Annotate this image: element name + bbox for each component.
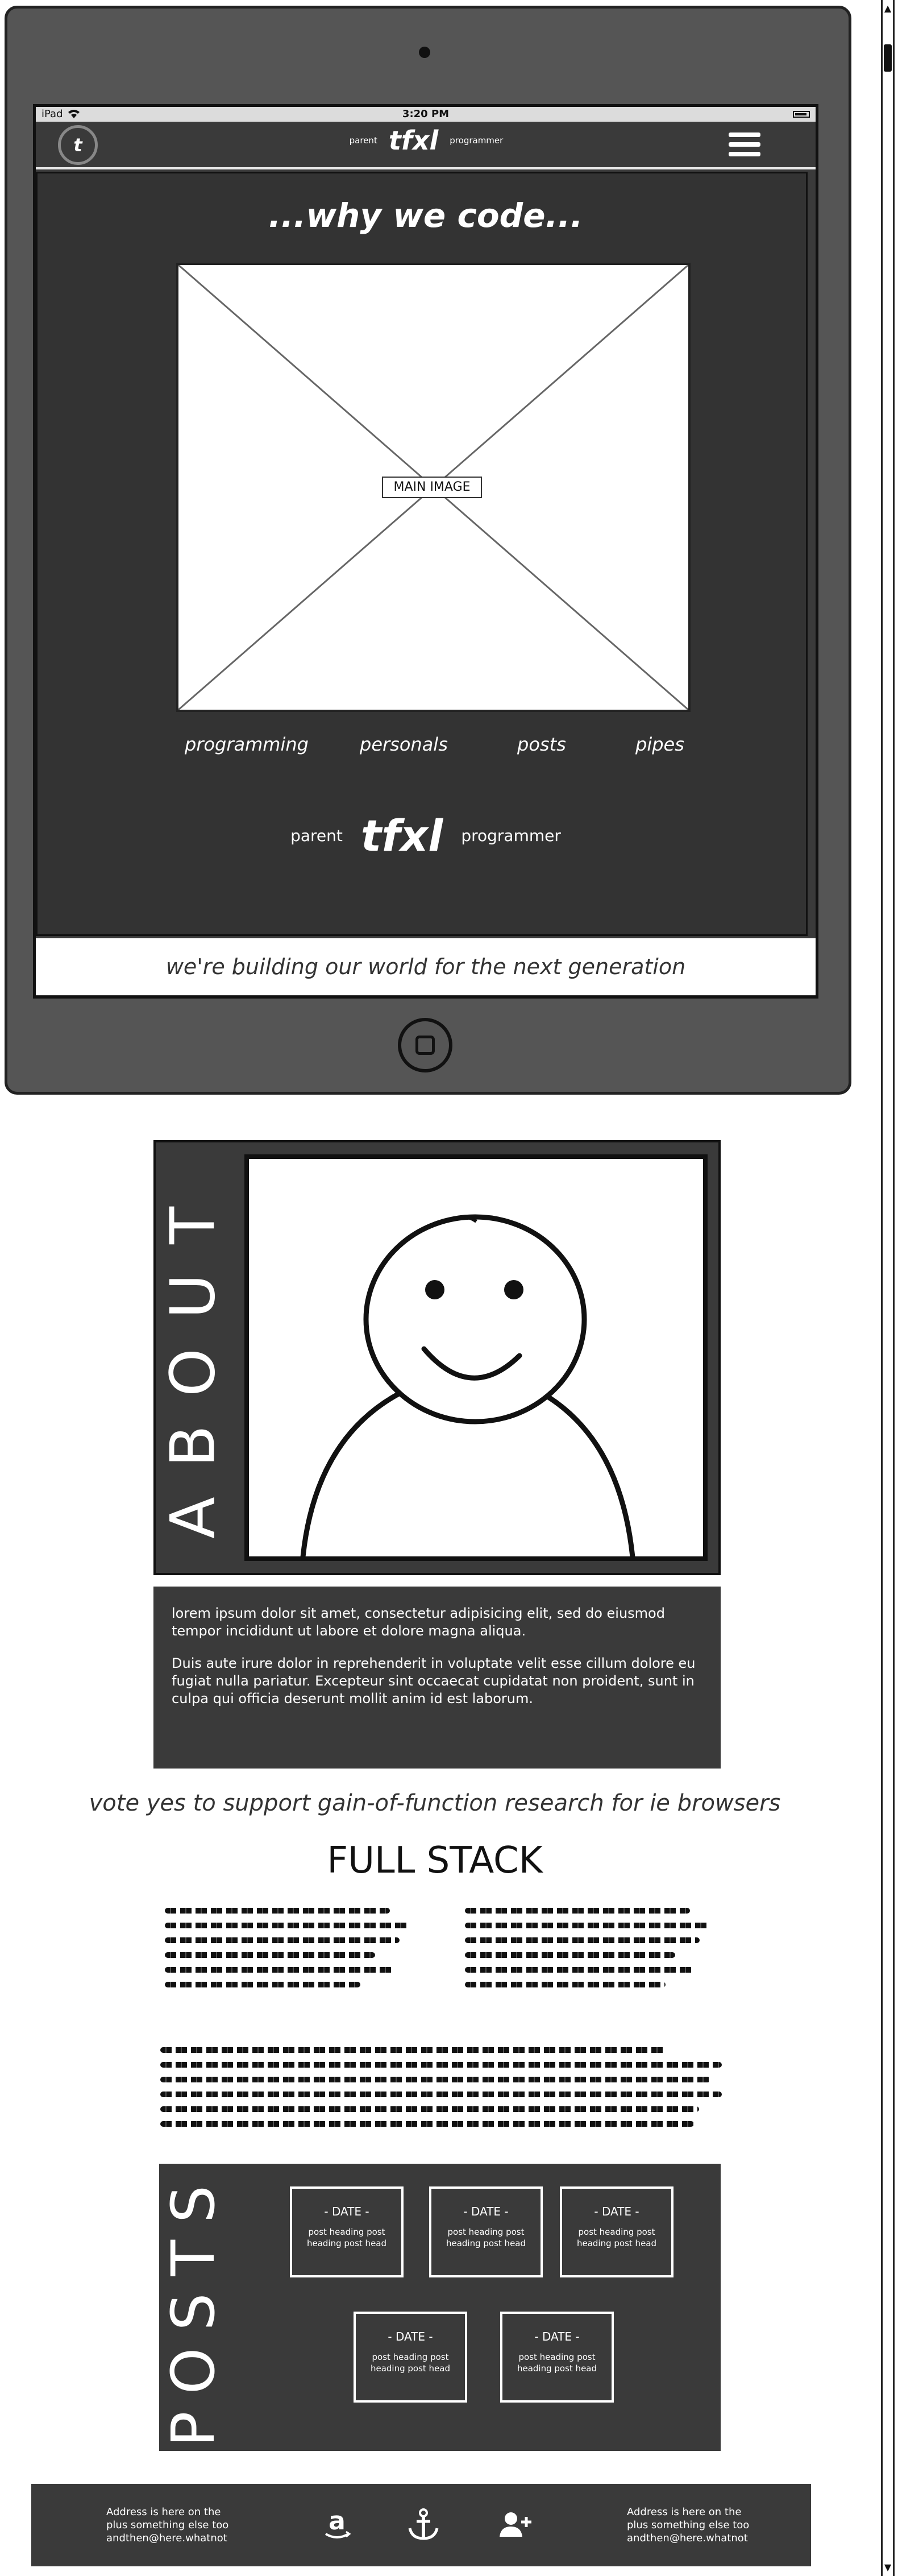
hero-brand-main: tfxl xyxy=(360,810,443,861)
nav-brand-left: parent xyxy=(349,135,377,146)
logo-button[interactable]: t xyxy=(58,125,98,165)
clock: 3:20 PM xyxy=(402,108,450,120)
footer-address-line: plus something else too xyxy=(106,2519,229,2531)
footer-address-line: Address is here on the xyxy=(627,2506,742,2518)
status-bar: iPad 3:20 PM xyxy=(36,107,816,122)
footer-address-left: Address is here on the plus something el… xyxy=(106,2505,254,2545)
post-date: - DATE - xyxy=(534,2330,580,2343)
hero-link-personals[interactable]: personals xyxy=(360,734,448,755)
footer-address-line: Address is here on the xyxy=(106,2506,221,2518)
footer-address-line: andthen@here.whatnot xyxy=(106,2532,227,2544)
nav-brand-main: tfxl xyxy=(388,125,439,156)
post-date: - DATE - xyxy=(324,2205,369,2218)
hero-brand-left: parent xyxy=(290,826,343,845)
post-heading: post heading post heading post head xyxy=(370,2352,451,2374)
amazon-icon[interactable]: a xyxy=(321,2507,353,2542)
about-paragraph: lorem ipsum dolor sit amet, consectetur … xyxy=(172,1605,665,1639)
placeholder-text-paragraph xyxy=(160,2047,722,2136)
hero-brand: parent tfxl programmer xyxy=(36,810,816,861)
nav-brand[interactable]: parent tfxl programmer xyxy=(318,125,534,165)
svg-text:a: a xyxy=(329,2508,346,2536)
placeholder-text-column xyxy=(465,1908,709,1997)
post-card[interactable]: - DATE - post heading post heading post … xyxy=(429,2186,543,2277)
about-title-text: ABOUT xyxy=(157,1177,229,1539)
person-icon xyxy=(300,1214,635,1558)
vote-line: vote yes to support gain-of-function res… xyxy=(89,1790,781,1816)
anchor-icon[interactable] xyxy=(406,2508,440,2542)
hero-brand-right: programmer xyxy=(461,826,561,845)
post-heading: post heading post heading post head xyxy=(306,2227,387,2248)
menu-hamburger-icon[interactable] xyxy=(729,132,760,161)
hero-link-posts[interactable]: posts xyxy=(517,734,566,755)
post-card[interactable]: - DATE - post heading post heading post … xyxy=(560,2186,674,2277)
post-date: - DATE - xyxy=(388,2330,433,2343)
hero-link-programming[interactable]: programming xyxy=(185,734,309,755)
nav-brand-right: programmer xyxy=(450,135,504,146)
footer-address-right: Address is here on the plus something el… xyxy=(627,2505,775,2545)
post-card[interactable]: - DATE - post heading post heading post … xyxy=(500,2312,614,2403)
about-paragraph: Duis aute irure dolor in reprehenderit i… xyxy=(172,1655,696,1707)
post-heading: post heading post heading post head xyxy=(446,2227,526,2248)
home-button[interactable] xyxy=(398,1018,452,1072)
scrollbar-thumb[interactable] xyxy=(884,44,892,72)
page-scrollbar[interactable] xyxy=(881,0,895,2576)
fullstack-heading: FULL STACK xyxy=(327,1840,543,1882)
hero-title: ...why we code... xyxy=(268,196,583,235)
hero-link-pipes[interactable]: pipes xyxy=(635,734,684,755)
tagline: we're building our world for the next ge… xyxy=(36,938,816,995)
camera-dot xyxy=(419,47,430,58)
placeholder-text-column xyxy=(165,1908,409,1997)
post-card[interactable]: - DATE - post heading post heading post … xyxy=(290,2186,404,2277)
post-date: - DATE - xyxy=(463,2205,509,2218)
footer-address-line: andthen@here.whatnot xyxy=(627,2532,748,2544)
about-text-box: lorem ipsum dolor sit amet, consectetur … xyxy=(153,1587,721,1769)
post-date: - DATE - xyxy=(594,2205,639,2218)
scroll-up-arrow-icon[interactable]: ▲ xyxy=(881,0,895,17)
post-heading: post heading post heading post head xyxy=(576,2227,657,2248)
post-heading: post heading post heading post head xyxy=(517,2352,597,2374)
about-title: ABOUT xyxy=(158,1140,229,1575)
add-user-icon[interactable] xyxy=(498,2509,533,2541)
battery-icon xyxy=(793,111,810,118)
main-image-label: MAIN IMAGE xyxy=(382,477,482,498)
footer: Address is here on the plus something el… xyxy=(31,2484,811,2566)
posts-title: POSTS xyxy=(159,2164,228,2451)
avatar-placeholder xyxy=(244,1154,708,1561)
scroll-down-arrow-icon[interactable]: ▼ xyxy=(881,2559,895,2576)
footer-address-line: plus something else too xyxy=(627,2519,750,2531)
post-card[interactable]: - DATE - post heading post heading post … xyxy=(354,2312,467,2403)
posts-title-text: POSTS xyxy=(159,2168,228,2447)
